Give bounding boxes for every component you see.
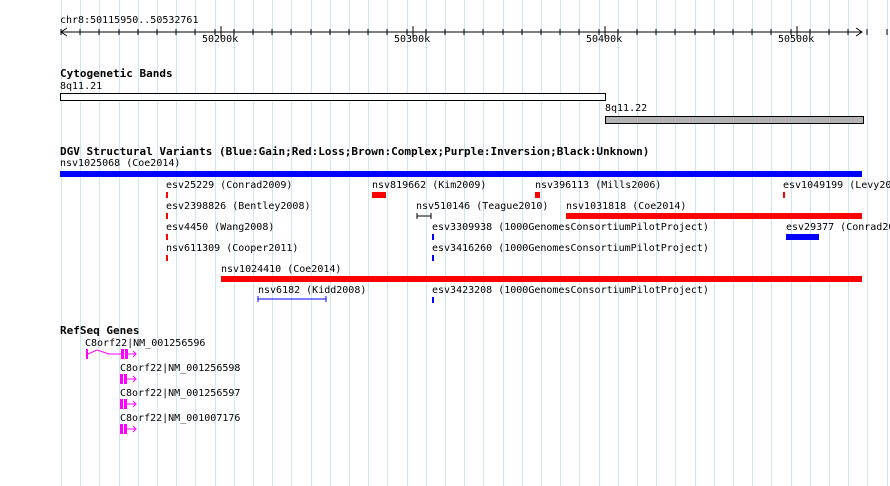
variant-label: nsv819662 (Kim2009) bbox=[372, 180, 487, 191]
variant-bar[interactable] bbox=[432, 255, 434, 261]
grid-line bbox=[810, 0, 811, 486]
variant-bar[interactable] bbox=[786, 234, 819, 240]
grid-line bbox=[867, 0, 868, 486]
cytoband-label: 8q11.21 bbox=[60, 81, 103, 92]
cytoband-track-title: Cytogenetic Bands bbox=[60, 67, 173, 80]
variant-bar[interactable] bbox=[257, 294, 327, 304]
variant-label: esv25229 (Conrad2009) bbox=[166, 180, 293, 191]
tick-label: 50300k bbox=[394, 34, 431, 45]
tick-label: 50200k bbox=[202, 34, 239, 45]
grid-line bbox=[848, 0, 849, 486]
variant-label: nsv396113 (Mills2006) bbox=[535, 180, 662, 191]
variant-label: esv3423208 (1000GenomesConsortiumPilotPr… bbox=[432, 285, 709, 296]
variant-label: nsv1031818 (Coe2014) bbox=[566, 201, 687, 212]
variant-label: esv2398826 (Bentley2008) bbox=[166, 201, 311, 212]
grid-line bbox=[887, 0, 888, 486]
grid-line bbox=[733, 0, 734, 486]
grid-line bbox=[426, 0, 427, 486]
variant-bar[interactable] bbox=[432, 297, 434, 303]
variant-bar[interactable] bbox=[166, 213, 168, 219]
variant-bar[interactable] bbox=[416, 211, 432, 221]
variant-label: esv3309938 (1000GenomesConsortiumPilotPr… bbox=[432, 222, 709, 233]
variant-label: nsv1025068 (Coe2014) bbox=[60, 158, 181, 169]
grid-line bbox=[752, 0, 753, 486]
variant-bar[interactable] bbox=[166, 192, 168, 198]
variant-bar[interactable] bbox=[783, 192, 785, 198]
grid-line bbox=[349, 0, 350, 486]
variant-bar[interactable] bbox=[166, 255, 168, 261]
variant-label: nsv611309 (Cooper2011) bbox=[166, 243, 299, 254]
variant-bar[interactable] bbox=[60, 171, 862, 177]
gene-model[interactable] bbox=[119, 422, 141, 436]
grid-line bbox=[407, 0, 408, 486]
gene-model[interactable] bbox=[119, 397, 141, 411]
grid-line bbox=[771, 0, 772, 486]
variant-label: esv3416260 (1000GenomesConsortiumPilotPr… bbox=[432, 243, 709, 254]
tick-label: 50400k bbox=[586, 34, 623, 45]
variant-label: esv29377 (Conrad20 bbox=[786, 222, 890, 233]
gene-model[interactable] bbox=[119, 372, 141, 386]
cytoband-8q11-22[interactable] bbox=[605, 116, 864, 124]
grid-line bbox=[387, 0, 388, 486]
grid-line bbox=[791, 0, 792, 486]
gene-model[interactable] bbox=[84, 347, 140, 361]
grid-line bbox=[829, 0, 830, 486]
variant-bar[interactable] bbox=[166, 234, 168, 240]
variant-label: esv4450 (Wang2008) bbox=[166, 222, 275, 233]
variant-bar[interactable] bbox=[566, 213, 862, 219]
scale-ruler bbox=[60, 26, 888, 38]
variant-label: nsv510146 (Teague2010) bbox=[416, 201, 549, 212]
variant-bar[interactable] bbox=[221, 276, 862, 282]
refseq-track-title: RefSeq Genes bbox=[60, 324, 140, 337]
variant-bar[interactable] bbox=[535, 192, 540, 198]
tick-label: 50500k bbox=[778, 34, 815, 45]
dgv-track-title: DGV Structural Variants (Blue:Gain;Red:L… bbox=[60, 145, 650, 158]
variant-label: esv1049199 (Levy20 bbox=[783, 180, 890, 191]
variant-label: nsv1024410 (Coe2014) bbox=[221, 264, 342, 275]
cytoband-label: 8q11.22 bbox=[605, 103, 648, 114]
grid-line bbox=[311, 0, 312, 486]
grid-line bbox=[714, 0, 715, 486]
variant-bar[interactable] bbox=[372, 192, 386, 198]
grid-line bbox=[330, 0, 331, 486]
cytoband-8q11-21[interactable] bbox=[60, 93, 606, 101]
grid-line bbox=[368, 0, 369, 486]
variant-bar[interactable] bbox=[432, 234, 434, 240]
